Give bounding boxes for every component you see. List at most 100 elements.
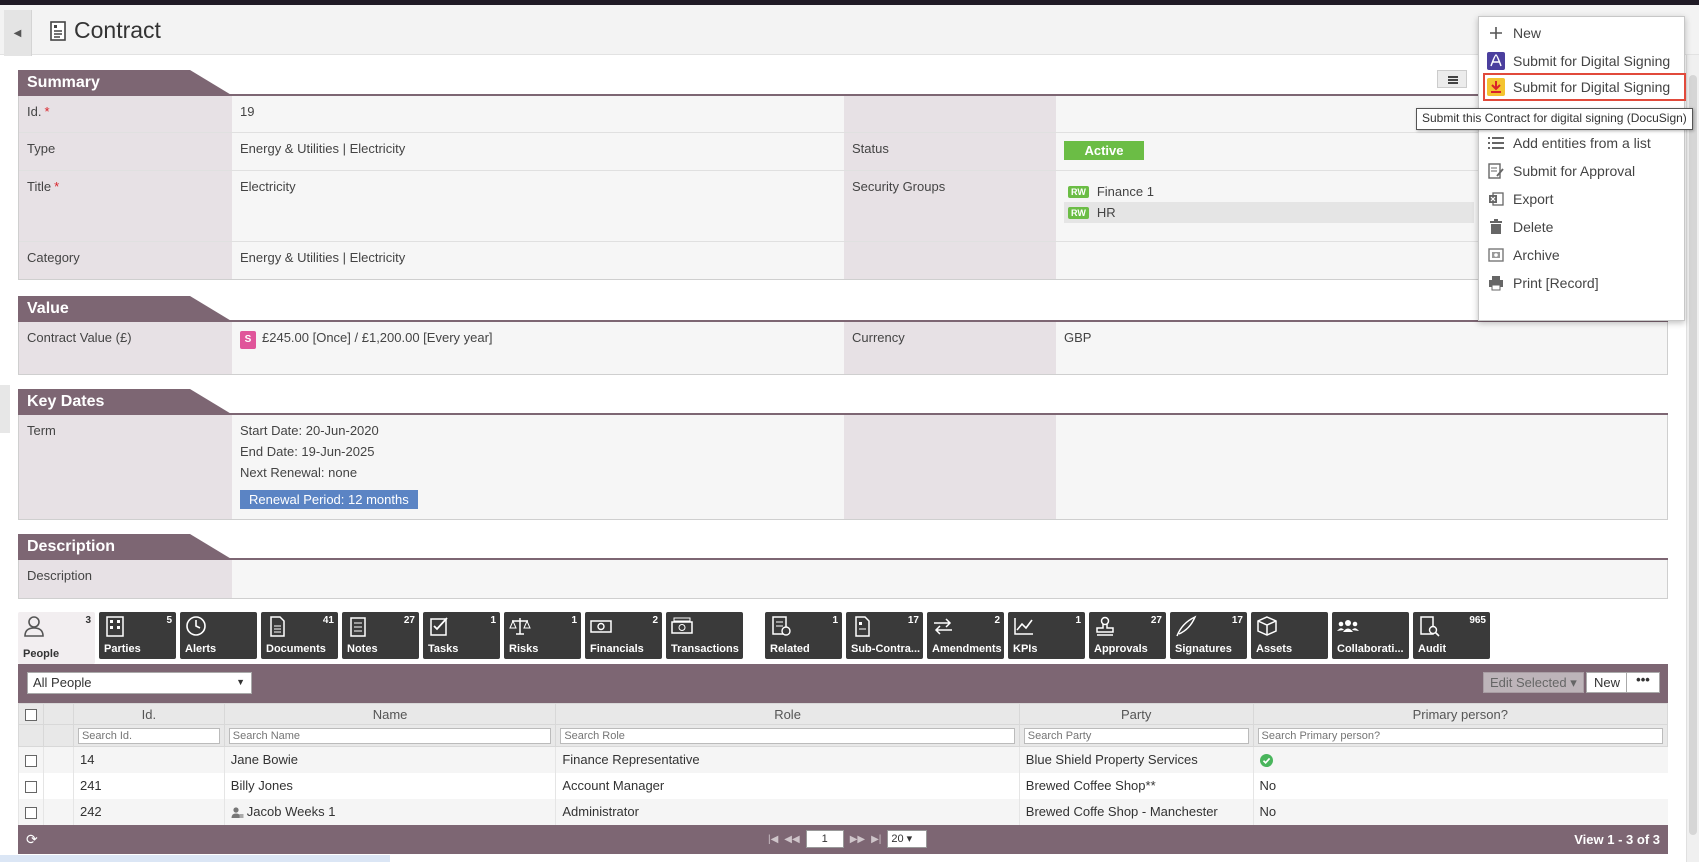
search-name-input[interactable] [228, 728, 552, 744]
tab-amendments[interactable]: 2 Amendments [927, 612, 1004, 659]
menu-item-delete[interactable]: Delete [1479, 213, 1684, 241]
menu-item-submit-approval[interactable]: Submit for Approval [1479, 157, 1684, 185]
title-value: Electricity [240, 179, 296, 194]
grid-new-button[interactable]: New [1586, 672, 1629, 693]
category-row: Category Energy & Utilities | Electricit… [19, 242, 1667, 279]
tab-notes[interactable]: 27 Notes [342, 612, 419, 659]
list-view-toggle[interactable] [1437, 70, 1467, 88]
people-grid-panel: All People ▼ Edit Selected ▾ New ••• Id. … [18, 664, 1669, 854]
row-checkbox[interactable] [25, 780, 37, 793]
column-header-name[interactable]: Name [223, 703, 557, 725]
security-group-item[interactable]: RW Finance 1 [1064, 181, 1474, 202]
tab-collaboration[interactable]: Collaborati... [1332, 612, 1409, 659]
triangle-left-icon: ◀ [13, 27, 22, 39]
menu-item-adobe-sign[interactable]: Submit for Digital Signing [1479, 47, 1684, 75]
category-value: Energy & Utilities | Electricity [240, 250, 406, 265]
tab-alerts[interactable]: Alerts [180, 612, 257, 659]
checkmark-icon [1259, 754, 1273, 768]
tab-kpis[interactable]: 1 KPIs [1008, 612, 1085, 659]
page-number-input[interactable]: 1 [805, 830, 844, 848]
column-header-primary[interactable]: Primary person? [1252, 703, 1669, 725]
user-login-icon [231, 807, 244, 819]
type-row: Type Energy & Utilities | Electricity St… [19, 133, 1667, 171]
tab-related[interactable]: 1 Related [765, 612, 842, 659]
menu-item-archive[interactable]: Archive [1479, 241, 1684, 269]
table-row[interactable]: 14 Jane Bowie Finance Representative Blu… [18, 746, 1668, 773]
tab-signatures[interactable]: 17 Signatures [1170, 612, 1247, 659]
list-icon [1487, 134, 1505, 152]
page-header: ◀ Contract [0, 5, 1699, 56]
next-page-icon[interactable]: ▶▶ [850, 834, 865, 845]
banknote-icon [590, 620, 612, 633]
search-primary-input[interactable] [1257, 728, 1663, 744]
menu-item-docusign[interactable]: Submit for Digital Signing [1483, 73, 1686, 101]
tab-transactions[interactable]: Transactions [666, 612, 743, 659]
type-label: Type [19, 133, 232, 170]
value-heading: Value [27, 300, 69, 317]
row-checkbox[interactable] [25, 754, 37, 767]
notepad-icon [350, 617, 366, 637]
search-row [18, 724, 1669, 747]
vertical-scrollbar[interactable] [1686, 55, 1699, 862]
contract-value: £245.00 [Once] / £1,200.00 [Every year] [262, 330, 493, 345]
contract-value-row: Contract Value (£) S £245.00 [Once] / £1,… [19, 322, 1667, 374]
prev-page-icon[interactable]: ◀◀ [784, 834, 799, 845]
search-party-input[interactable] [1023, 728, 1249, 744]
column-header-id[interactable]: Id. [72, 703, 225, 725]
status-badge: Active [1064, 141, 1144, 160]
tab-sub-contracts[interactable]: 17 Sub-Contra... [846, 612, 923, 659]
page-title-text: Contract [74, 17, 161, 43]
more-options-button[interactable]: ••• [1626, 672, 1660, 693]
search-id-input[interactable] [77, 728, 220, 744]
column-header-role[interactable]: Role [555, 703, 1020, 725]
refresh-icon[interactable]: ⟳ [26, 831, 38, 848]
table-row[interactable]: 242 Jacob Weeks 1 Administrator Brewed C… [18, 798, 1668, 825]
clock-icon [186, 616, 206, 636]
start-date: Start Date: 20-Jun-2020 [240, 423, 379, 438]
edit-selected-button[interactable]: Edit Selected ▾ [1483, 672, 1584, 693]
security-group-item[interactable]: RW HR [1064, 202, 1474, 223]
tab-risks[interactable]: 1 Risks [504, 612, 581, 659]
column-header-party[interactable]: Party [1018, 703, 1254, 725]
left-edge-handle[interactable] [0, 385, 10, 433]
related-icon [772, 616, 791, 636]
scrollbar-thumb[interactable] [1689, 75, 1697, 835]
table-row[interactable]: 241 Billy Jones Account Manager Brewed C… [18, 772, 1668, 799]
archive-icon [1487, 246, 1505, 264]
menu-item-export[interactable]: Export [1479, 185, 1684, 213]
first-page-icon[interactable]: |◀ [768, 834, 778, 845]
security-groups-label: Security Groups [844, 171, 1056, 241]
chevron-down-icon: ▼ [236, 677, 245, 687]
group-icon [1337, 620, 1359, 632]
contract-value-label: Contract Value (£) [19, 322, 232, 374]
tab-documents[interactable]: 41 Documents [261, 612, 338, 659]
page-size-select[interactable]: 20 ▾ [887, 830, 928, 848]
actions-menu: New Submit for Digital Signing Submit fo… [1478, 16, 1686, 321]
people-filter-select[interactable]: All People ▼ [27, 672, 252, 694]
tab-audit[interactable]: 965 Audit [1413, 612, 1490, 659]
menu-item-new[interactable]: New [1479, 19, 1684, 47]
tab-people[interactable]: 3 People [18, 612, 95, 664]
rw-badge: RW [1068, 206, 1089, 219]
bottom-scroll-strip [0, 855, 390, 862]
row-checkbox[interactable] [25, 806, 37, 819]
key-dates-section: Key Dates Term Start Date: 20-Jun-2020 E… [18, 389, 1668, 520]
rw-badge: RW [1068, 185, 1089, 198]
stamp-icon [1096, 616, 1114, 636]
type-value: Energy & Utilities | Electricity [240, 141, 406, 156]
select-all-checkbox[interactable] [25, 709, 37, 722]
tab-financials[interactable]: 2 Financials [585, 612, 662, 659]
tab-tasks[interactable]: 1 Tasks [423, 612, 500, 659]
tab-parties[interactable]: 5 Parties [99, 612, 176, 659]
collapse-sidebar-button[interactable]: ◀ [4, 10, 32, 56]
description-label: Description [19, 560, 232, 598]
tab-assets[interactable]: Assets [1251, 612, 1328, 659]
search-role-input[interactable] [560, 728, 1015, 744]
last-page-icon[interactable]: ▶| [871, 834, 881, 845]
print-icon [1487, 274, 1505, 292]
schedule-icon[interactable]: S [240, 331, 256, 349]
tab-approvals[interactable]: 27 Approvals [1089, 612, 1166, 659]
menu-item-print[interactable]: Print [Record] [1479, 269, 1684, 297]
menu-item-add-entities[interactable]: Add entities from a list [1479, 129, 1684, 157]
trash-icon [1487, 218, 1505, 236]
